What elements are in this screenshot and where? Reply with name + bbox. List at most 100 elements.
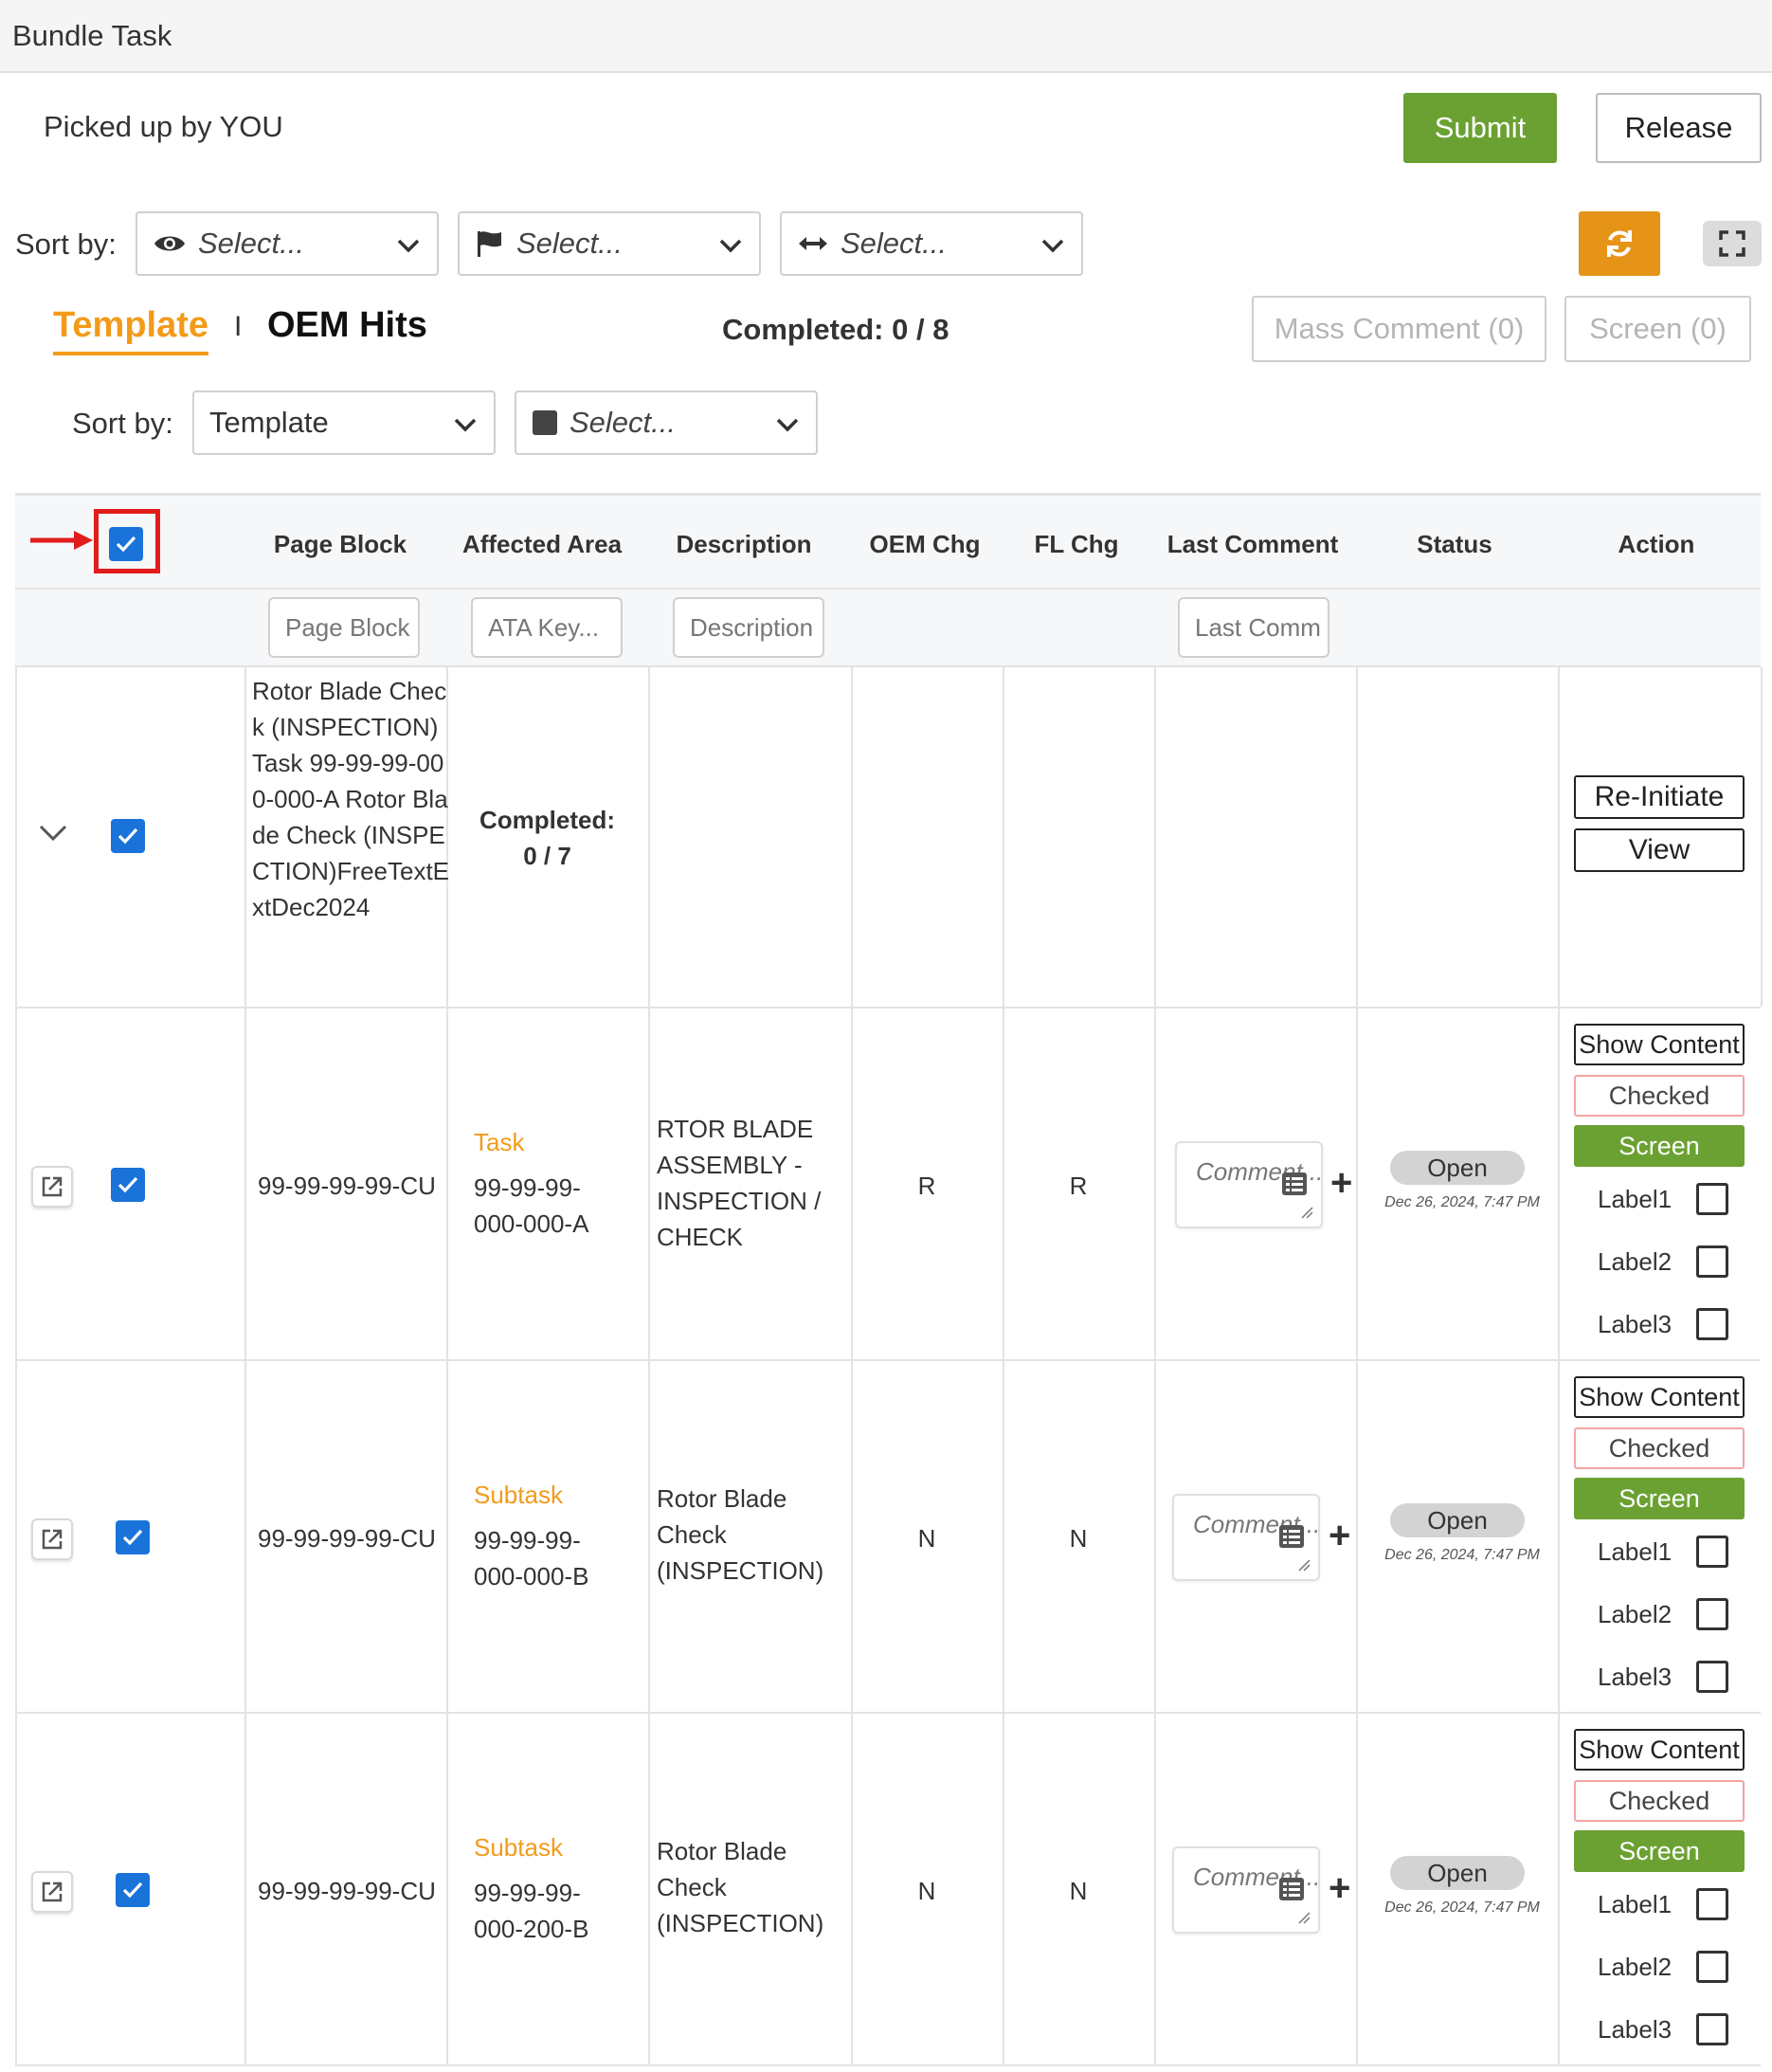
sort-select-direction[interactable]: Select... <box>780 211 1083 276</box>
sort-select-direction-value: Select... <box>841 227 947 260</box>
chevron-down-icon <box>454 418 477 432</box>
resize-grip-icon <box>1298 1559 1311 1572</box>
label2-checkbox[interactable] <box>1696 1598 1728 1630</box>
page-block-value: 99-99-99-99-CU <box>258 1172 436 1200</box>
table-row: 99-99-99-99-CU Task 99-99-99-000-000-A R… <box>15 1009 1761 1361</box>
oem-chg-value: N <box>917 1524 936 1553</box>
group-row-checkbox[interactable] <box>111 819 145 853</box>
checked-button[interactable]: Checked <box>1574 1780 1745 1822</box>
square-icon <box>532 409 558 436</box>
comment-input[interactable]: Comment... <box>1172 1494 1320 1581</box>
secondary-sort-select[interactable]: Template <box>192 391 496 455</box>
col-fl-chg[interactable]: FL Chg <box>1001 530 1152 559</box>
add-comment-button[interactable]: + <box>1329 1867 1350 1910</box>
oem-chg-value: N <box>917 1877 936 1905</box>
row-type: Task <box>474 1128 525 1156</box>
ata-key-filter[interactable]: ATA Key... <box>471 597 623 658</box>
chevron-down-icon <box>776 418 799 432</box>
description-value: Rotor Blade Check (INSPECTION) <box>657 1484 824 1585</box>
add-comment-button[interactable]: + <box>1330 1162 1352 1205</box>
re-initiate-button[interactable]: Re-Initiate <box>1574 775 1745 819</box>
col-last-comment[interactable]: Last Comment <box>1152 530 1353 559</box>
label1-text: Label1 <box>1598 1185 1673 1213</box>
page-block-filter[interactable]: Page Block <box>268 597 420 658</box>
show-content-button[interactable]: Show Content <box>1574 1376 1745 1418</box>
status-badge: Open <box>1390 1856 1525 1890</box>
affected-area-code: 99-99-99-000-000-B <box>474 1526 589 1590</box>
highlight-box <box>94 509 160 573</box>
show-content-button[interactable]: Show Content <box>1574 1729 1745 1771</box>
table-header: Page Block Affected Area Description OEM… <box>15 493 1761 590</box>
comment-input[interactable]: Comment... <box>1175 1141 1323 1228</box>
sort-select-flag[interactable]: Select... <box>458 211 761 276</box>
check-icon <box>118 827 138 845</box>
chevron-down-icon[interactable] <box>38 823 68 844</box>
col-affected-area[interactable]: Affected Area <box>444 530 640 559</box>
tab-oem-hits[interactable]: OEM Hits <box>267 305 427 346</box>
refresh-button[interactable] <box>1579 211 1660 276</box>
resize-grip-icon <box>1301 1207 1313 1219</box>
label1-checkbox[interactable] <box>1696 1183 1728 1215</box>
fullscreen-button[interactable] <box>1703 221 1762 266</box>
sort-select-visibility[interactable]: Select... <box>136 211 439 276</box>
open-link-button[interactable] <box>31 1166 73 1208</box>
label2-checkbox[interactable] <box>1696 1245 1728 1278</box>
last-comment-filter[interactable]: Last Comm <box>1178 597 1329 658</box>
status-date: Dec 26, 2024, 7:47 PM <box>1384 1194 1540 1210</box>
label3-checkbox[interactable] <box>1696 2013 1728 2045</box>
checked-button[interactable]: Checked <box>1574 1075 1745 1117</box>
color-sort-value: Select... <box>570 406 676 439</box>
label3-text: Label3 <box>1598 1663 1673 1691</box>
row-checkbox[interactable] <box>111 1168 145 1202</box>
add-comment-button[interactable]: + <box>1329 1515 1350 1557</box>
open-link-button[interactable] <box>31 1518 73 1560</box>
col-page-block[interactable]: Page Block <box>243 530 438 559</box>
view-button[interactable]: View <box>1574 828 1745 872</box>
col-description[interactable]: Description <box>646 530 841 559</box>
red-arrow-icon <box>30 531 93 550</box>
label3-checkbox[interactable] <box>1696 1308 1728 1340</box>
notes-icon <box>1282 1172 1307 1195</box>
screen-button[interactable]: Screen <box>1574 1830 1745 1872</box>
fl-chg-value: R <box>1069 1172 1088 1200</box>
label1-checkbox[interactable] <box>1696 1536 1728 1568</box>
color-sort-select[interactable]: Select... <box>515 391 818 455</box>
description-value: Rotor Blade Check (INSPECTION) <box>657 1837 824 1937</box>
label2-checkbox[interactable] <box>1696 1951 1728 1983</box>
refresh-icon <box>1607 230 1632 257</box>
secondary-sort-label: Sort by: <box>72 407 173 440</box>
flag-icon <box>475 228 505 259</box>
affected-area-code: 99-99-99-000-000-A <box>474 1173 589 1238</box>
tab-template[interactable]: Template <box>53 305 209 355</box>
screen-button[interactable]: Screen <box>1574 1478 1745 1519</box>
screen-count-button[interactable]: Screen (0) <box>1564 296 1751 362</box>
row-checkbox[interactable] <box>116 1873 150 1907</box>
checked-button[interactable]: Checked <box>1574 1427 1745 1469</box>
label2-text: Label2 <box>1598 1953 1673 1981</box>
chevron-down-icon <box>397 239 420 253</box>
chevron-down-icon <box>719 239 742 253</box>
group-page-block: Rotor Blade Check (INSPECTION) Task 99-9… <box>252 677 450 921</box>
screen-button[interactable]: Screen <box>1574 1125 1745 1167</box>
table-row: 99-99-99-99-CU Subtask 99-99-99-000-000-… <box>15 1361 1761 1714</box>
show-content-button[interactable]: Show Content <box>1574 1024 1745 1065</box>
notes-icon <box>1279 1525 1304 1548</box>
open-link-button[interactable] <box>31 1871 73 1913</box>
fl-chg-value: N <box>1069 1877 1088 1905</box>
picked-up-status: Picked up by YOU <box>44 110 283 143</box>
col-status[interactable]: Status <box>1354 530 1555 559</box>
description-filter[interactable]: Description <box>673 597 824 658</box>
col-action: Action <box>1618 530 1695 558</box>
mass-comment-button[interactable]: Mass Comment (0) <box>1252 296 1546 362</box>
comment-input[interactable]: Comment... <box>1172 1846 1320 1934</box>
status-badge: Open <box>1390 1503 1525 1537</box>
label1-checkbox[interactable] <box>1696 1888 1728 1920</box>
arrows-horizontal-icon <box>797 234 829 253</box>
release-button[interactable]: Release <box>1596 93 1762 163</box>
group-row: Rotor Blade Check (INSPECTION) Task 99-9… <box>15 667 1763 1009</box>
row-checkbox[interactable] <box>116 1520 150 1554</box>
label3-checkbox[interactable] <box>1696 1661 1728 1693</box>
comment-placeholder: Comment... <box>1193 1510 1321 1538</box>
submit-button[interactable]: Submit <box>1403 93 1557 163</box>
col-oem-chg[interactable]: OEM Chg <box>849 530 1001 559</box>
